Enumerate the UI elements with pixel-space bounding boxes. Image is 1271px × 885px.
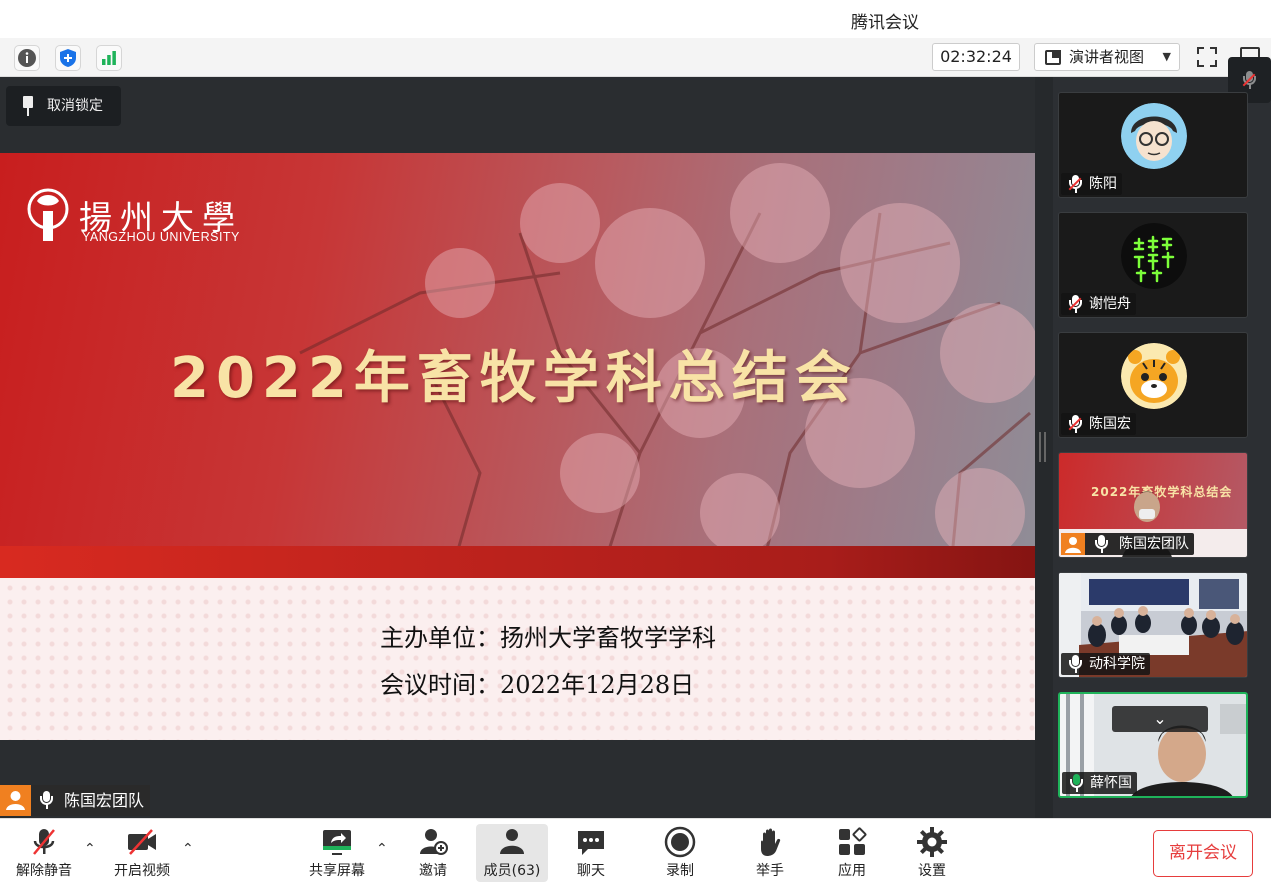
settings-button[interactable]: 设置 (903, 824, 961, 882)
participant-sidebar: 陈阳 谢恺舟 陈国宏 2022年畜牧学科总结会 陈国宏团队 动科学院 ⌄ 薛怀国 (1035, 57, 1271, 818)
meeting-date-text: 会议时间：2022年12月28日 (380, 671, 695, 699)
university-seal-icon (27, 188, 69, 241)
avatar (1121, 223, 1187, 289)
share-options-chevron[interactable]: ⌃ (376, 841, 388, 857)
microphone-icon (40, 791, 53, 809)
share-screen-icon (321, 826, 353, 858)
participant-name: 动科学院 (1061, 653, 1150, 675)
participant-name: 陈国宏 (1061, 413, 1136, 435)
slide-info-area: 主办单位：扬州大学畜牧学学科 会议时间：2022年12月28日 (0, 578, 1035, 740)
avatar (1121, 103, 1187, 169)
participant-name: 陈国宏团队 (1061, 533, 1194, 555)
presentation-slide: 揚州大學 YANGZHOU UNIVERSITY 2022年畜牧学科总结会 主办… (0, 153, 1035, 740)
slide-banner: 揚州大學 YANGZHOU UNIVERSITY 2022年畜牧学科总结会 (0, 153, 1035, 578)
participant-name: 谢恺舟 (1061, 293, 1136, 315)
record-icon (664, 826, 696, 858)
chevron-down-icon: ▼ (1162, 50, 1171, 63)
active-speaker-tag: 陈国宏团队 (0, 785, 151, 816)
slide-title: 2022年畜牧学科总结会 (170, 346, 858, 411)
app-title: 腾讯会议 (851, 13, 919, 33)
microphone-icon (1069, 655, 1082, 673)
add-user-icon (417, 826, 449, 858)
video-camera-off-icon (126, 826, 158, 858)
chevron-down-icon[interactable]: ⌄ (1112, 706, 1208, 732)
view-mode-select[interactable]: 演讲者视图 ▼ (1034, 43, 1180, 71)
unlock-button[interactable]: 取消锁定 (6, 86, 121, 126)
participant-video-tile[interactable]: 动科学院 (1058, 572, 1248, 678)
audio-options-chevron[interactable]: ⌃ (84, 841, 96, 857)
sidebar-resize-handle[interactable] (1035, 77, 1053, 818)
avatar (1121, 343, 1187, 409)
participant-video-tile[interactable]: 2022年畜牧学科总结会 陈国宏团队 (1058, 452, 1248, 558)
user-avatar-icon (0, 785, 31, 816)
participant-video-tile-active[interactable]: ⌄ 薛怀国 (1058, 692, 1248, 798)
shield-icon[interactable] (55, 45, 81, 71)
fullscreen-icon[interactable] (1197, 47, 1217, 67)
view-mode-label: 演讲者视图 (1069, 48, 1145, 66)
raise-hand-button[interactable]: 举手 (741, 824, 799, 882)
hand-icon (754, 826, 786, 858)
title-bar: 腾讯会议 (0, 0, 1271, 38)
video-options-chevron[interactable]: ⌃ (182, 841, 194, 857)
apps-button[interactable]: 应用 (823, 824, 881, 882)
chat-icon (575, 826, 607, 858)
unlock-label: 取消锁定 (47, 98, 103, 114)
invite-button[interactable]: 邀请 (404, 824, 462, 882)
chat-button[interactable]: 聊天 (562, 824, 620, 882)
participant-name: 陈阳 (1061, 173, 1122, 195)
shared-screen-area: 取消锁定 揚州大學 YANGZHOU UNIVERSITY 2022年畜牧学科总… (0, 77, 1035, 818)
slide-red-band (0, 546, 1035, 578)
participant-tile[interactable]: 陈国宏 (1058, 332, 1248, 438)
signal-icon[interactable] (96, 45, 122, 71)
microphone-icon (1095, 535, 1108, 553)
user-avatar-icon (1061, 533, 1085, 555)
apps-grid-icon (836, 826, 868, 858)
info-icon[interactable] (14, 45, 40, 71)
bottom-toolbar: 解除静音 ⌃ 开启视频 ⌃ 共享屏幕 ⌃ 邀请 成员(63) 聊天 录制 举手 … (0, 818, 1271, 885)
top-bar: 02:32:24 演讲者视图 ▼ (0, 38, 1271, 77)
participant-name: 薛怀国 (1062, 772, 1137, 794)
pin-icon (21, 96, 35, 116)
share-screen-button[interactable]: 共享屏幕 (302, 824, 372, 882)
microphone-muted-icon (28, 826, 60, 858)
gear-icon (916, 826, 948, 858)
leave-meeting-button[interactable]: 离开会议 (1153, 830, 1253, 877)
university-logo-english: YANGZHOU UNIVERSITY (82, 230, 240, 244)
meeting-timer: 02:32:24 (932, 43, 1020, 71)
organizer-text: 主办单位：扬州大学畜牧学学科 (380, 624, 716, 652)
record-button[interactable]: 录制 (651, 824, 709, 882)
microphone-active-icon (1070, 774, 1083, 792)
layout-icon (1045, 50, 1061, 65)
users-icon (496, 826, 528, 858)
speaker-name: 陈国宏团队 (64, 791, 145, 810)
members-button[interactable]: 成员(63) (476, 824, 548, 882)
start-video-button[interactable]: 开启视频 (108, 824, 176, 882)
unmute-button[interactable]: 解除静音 (10, 824, 78, 882)
participant-tile[interactable]: 陈阳 (1058, 92, 1248, 198)
participant-tile[interactable]: 谢恺舟 (1058, 212, 1248, 318)
